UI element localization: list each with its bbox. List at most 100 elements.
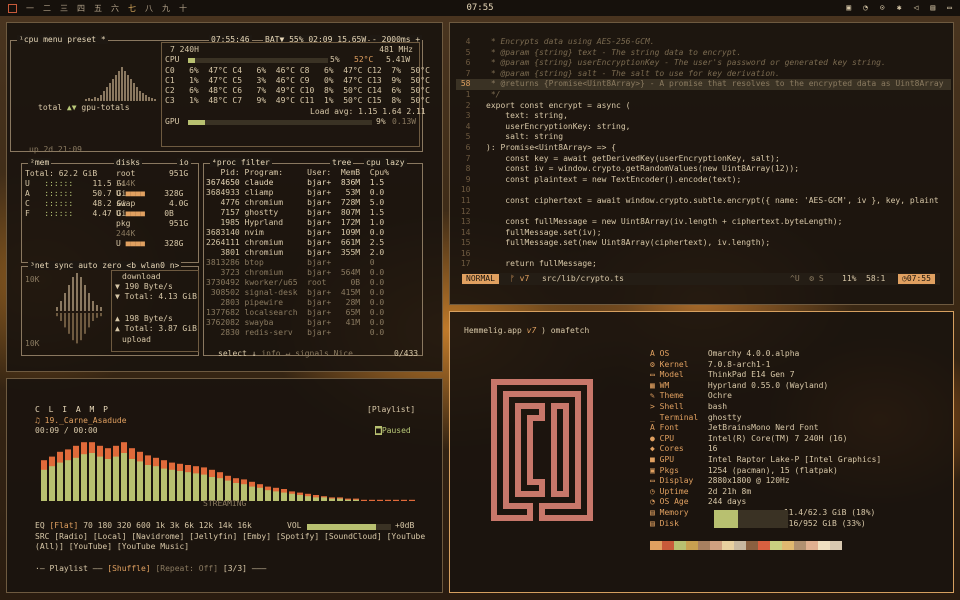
- file-path[interactable]: src/lib/crypto.ts: [542, 274, 624, 284]
- btop-window[interactable]: ¹cpu menu preset * 07:55:46 BAT▼ 55% 02:…: [6, 22, 443, 372]
- playlist-button[interactable]: [Playlist]: [367, 405, 415, 415]
- process-row[interactable]: 2830 redis-serv bjar+ 0.0: [206, 328, 389, 338]
- process-row[interactable]: 2264111 chromium bjar+ 661M 2.5: [206, 238, 389, 248]
- bluetooth-icon[interactable]: ✱: [897, 3, 902, 12]
- sort-cpu-lazy[interactable]: cpu lazy: [364, 158, 407, 167]
- workspace-8[interactable]: 八: [145, 3, 153, 14]
- workspace-6[interactable]: 六: [111, 3, 119, 14]
- process-row[interactable]: 3723 chromium bjar+ 564M 0.0: [206, 268, 389, 278]
- process-row[interactable]: 7157 ghostty bjar+ 807M 1.5: [206, 208, 389, 218]
- wifi-icon[interactable]: ⊙: [880, 3, 885, 12]
- volume-icon[interactable]: ◁: [914, 3, 919, 12]
- uptime-readout: up 2d 21:09: [29, 145, 82, 154]
- disk-used: 0B: [164, 209, 174, 218]
- process-row[interactable]: 3730492 kworker/u65 root 0B 0.0: [206, 278, 389, 288]
- preset-button[interactable]: preset *: [67, 35, 106, 44]
- info-value: Ochre: [707, 391, 732, 401]
- cpu-box-label[interactable]: ¹cpu menu preset *: [17, 35, 108, 44]
- cpu-history-bar: [145, 95, 147, 101]
- process-row[interactable]: 308502 signal-desk bjar+ 415M 0.0: [206, 288, 389, 298]
- workspace-9[interactable]: 九: [162, 3, 170, 14]
- shell-prompt[interactable]: Hemmelig.app v7 ) omafetch: [464, 326, 589, 336]
- cpu-history-bar: [127, 75, 129, 101]
- workspace-2[interactable]: 二: [43, 3, 51, 14]
- sources-line-1[interactable]: SRC [Radio] [Local] [Navidrome] [Jellyfi…: [35, 532, 425, 542]
- line-text: */: [486, 89, 501, 99]
- volume-slider[interactable]: [307, 524, 391, 530]
- signals-button[interactable]: signals: [295, 349, 329, 358]
- net-history-bar: [68, 313, 70, 334]
- workspace-5[interactable]: 五: [94, 3, 102, 14]
- workspace-10[interactable]: 十: [179, 3, 187, 14]
- code-line: 4 * Encrypts data using AES-256-GCM.: [456, 37, 951, 48]
- process-row[interactable]: 1985 Hyprland bjar+ 172M 1.0: [206, 218, 389, 228]
- nice-button[interactable]: Nice: [334, 349, 353, 358]
- process-row[interactable]: 2803 pipewire bjar+ 28M 0.0: [206, 298, 389, 308]
- mem-label[interactable]: ²mem: [28, 158, 52, 167]
- battery-icon[interactable]: ▭: [947, 3, 952, 12]
- spectrum-bar-inner: [41, 469, 47, 501]
- equalizer-row[interactable]: EQ [Flat] 70 180 320 600 1k 3k 6k 12k 14…: [35, 521, 252, 531]
- process-row[interactable]: 3801 chromium bjar+ 355M 2.0: [206, 248, 389, 258]
- git-branch: ᚠ v7: [510, 274, 530, 283]
- omarchy-logo-icon[interactable]: [8, 3, 17, 13]
- line-text: fullMessage.set(iv);: [486, 227, 602, 237]
- io-label[interactable]: io: [177, 158, 191, 167]
- process-row[interactable]: 3684933 cliamp bjar+ 53M 0.0: [206, 188, 389, 198]
- disks-label[interactable]: disks: [114, 158, 143, 167]
- disk-item[interactable]: swap 4.0G: [116, 199, 188, 209]
- filter-button[interactable]: filter: [241, 158, 270, 167]
- process-row[interactable]: 3762082 swayba bjar+ 41M 0.0: [206, 318, 389, 328]
- nvim-window[interactable]: 4 * Encrypts data using AES-256-GCM. 5 *…: [449, 22, 954, 305]
- spectrum-bar-inner: [161, 468, 167, 501]
- repeat-toggle[interactable]: [Repeat: Off]: [155, 564, 218, 573]
- shuffle-toggle[interactable]: [Shuffle]: [107, 564, 150, 573]
- info-button[interactable]: info ↵: [261, 349, 290, 358]
- spectrum-bar-inner: [297, 495, 303, 501]
- memory-meter: [714, 510, 788, 528]
- disk-usage: U ■■■■ 328G: [116, 239, 188, 249]
- workspace-list: 一二三四五六七八九十: [26, 3, 187, 14]
- spectrum-bar-inner: [105, 459, 111, 501]
- info-value: Intel Raptor Lake-P [Intel Graphics]: [707, 454, 882, 464]
- disk-item[interactable]: root 951G: [116, 169, 188, 179]
- workspace-1[interactable]: 一: [26, 3, 34, 14]
- workspace-4[interactable]: 四: [77, 3, 85, 14]
- line-text: * Encrypts data using AES-256-GCM.: [486, 37, 655, 46]
- cliamp-window[interactable]: C L I A M P [Playlist] ♫ 19._Carne_Asadu…: [6, 378, 443, 593]
- process-row[interactable]: 3813286 btop bjar+ 0: [206, 258, 389, 268]
- process-row[interactable]: 1377682 localsearch bjar+ 65M 0.0: [206, 308, 389, 318]
- paused-badge[interactable]: ■Paused: [375, 426, 411, 436]
- cpu-history-bar: [151, 98, 153, 101]
- net-label[interactable]: ³net sync auto zero <b wlan0 n>: [28, 261, 182, 270]
- palette-swatch: [770, 541, 782, 550]
- process-row[interactable]: 3674650 claude bjar+ 836M 1.5: [206, 178, 389, 188]
- process-row[interactable]: 3683140 nvim bjar+ 109M 0.0: [206, 228, 389, 238]
- net-history-bar: [60, 313, 62, 321]
- process-row[interactable]: 4776 chromium bjar+ 728M 5.0: [206, 198, 389, 208]
- notification-icon[interactable]: ◔: [863, 3, 868, 12]
- info-row: ▭ Model ThinkPad E14 Gen 7: [650, 370, 881, 381]
- cpu-icon[interactable]: ▤: [930, 3, 935, 12]
- total-graph-toggle[interactable]: total ▲▼ gpu-totals: [38, 103, 130, 113]
- line-text: salt: string: [486, 132, 564, 142]
- cpu-history-bar: [109, 83, 111, 101]
- menu-button[interactable]: menu: [43, 35, 62, 44]
- line-text: const plaintext = new TextEncoder().enco…: [486, 174, 742, 184]
- workspace-3[interactable]: 三: [60, 3, 68, 14]
- workspace-7[interactable]: 七: [128, 3, 136, 14]
- spectrum-bar-inner: [145, 465, 151, 501]
- terminal-window[interactable]: Hemmelig.app v7 ) omafetch A OS Omarchy …: [449, 311, 954, 593]
- spectrum-bar-inner: [313, 497, 319, 501]
- sources-line-2[interactable]: (All)] [YouTube] [YouTube Music]: [35, 542, 189, 552]
- select-button[interactable]: select ↓: [218, 349, 257, 358]
- screen-record-icon[interactable]: ▣: [846, 3, 851, 12]
- tree-toggle[interactable]: tree: [330, 158, 354, 167]
- spectrum-bar-inner: [225, 480, 231, 501]
- code-area[interactable]: 4 * Encrypts data using AES-256-GCM. 5 *…: [456, 37, 951, 270]
- proc-label[interactable]: ⁴proc filter: [210, 158, 272, 167]
- net-detail: download ▼ 190 Byte/s ▼ Total: 4.13 GiB …: [111, 270, 199, 352]
- gpu-totals-toggle[interactable]: gpu-totals: [81, 103, 129, 112]
- disk-item[interactable]: pkg 951G: [116, 219, 188, 229]
- spectrum-bar-inner: [345, 499, 351, 501]
